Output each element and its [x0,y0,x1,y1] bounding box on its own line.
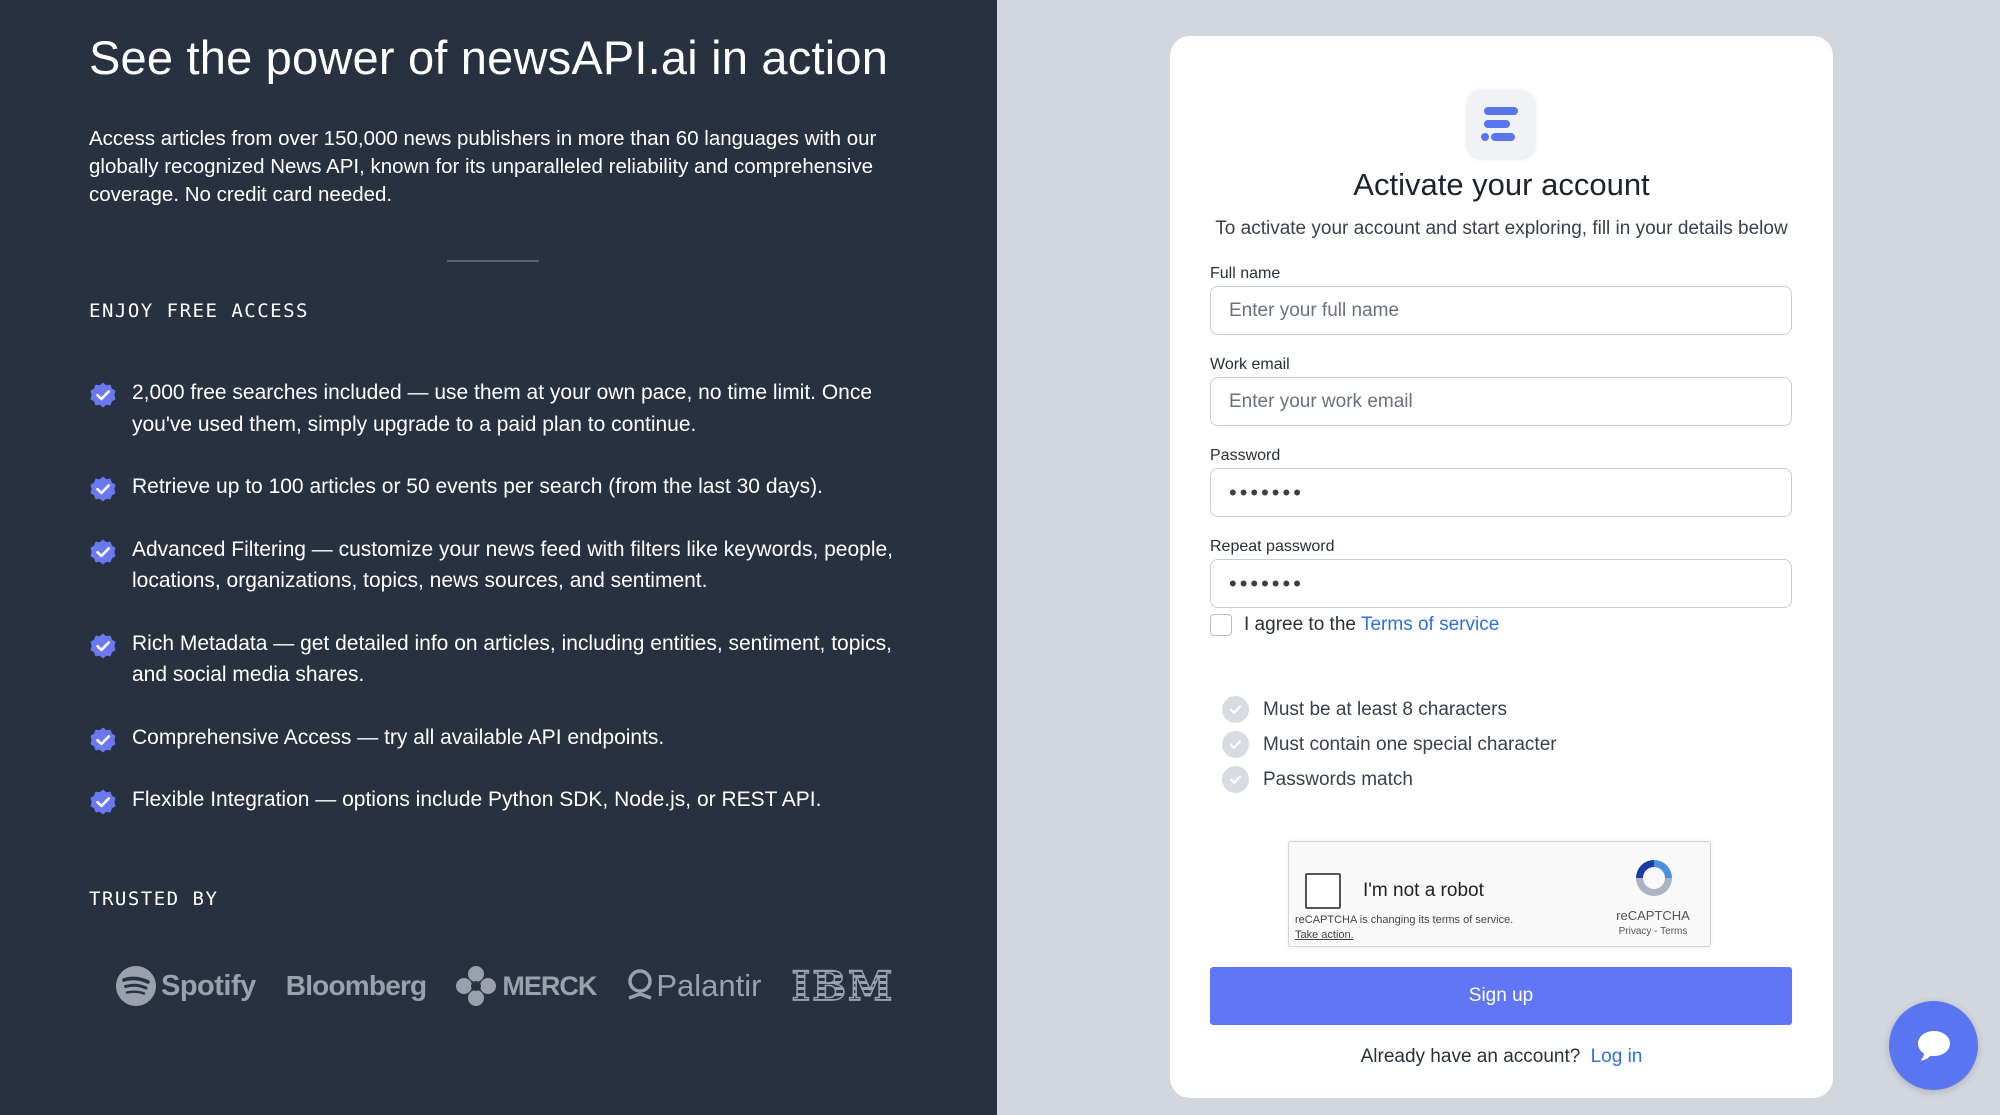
feature-item: Flexible Integration — options include P… [89,784,909,816]
trusted-logos: Spotify Bloomberg MERCK Palantir IBM [115,960,894,1012]
spotify-logo: Spotify [115,965,256,1007]
full-name-label: Full name [1210,265,1281,282]
recaptcha-action-link[interactable]: Take action. [1295,929,1354,941]
verified-badge-icon [90,539,116,564]
feature-text: Retrieve up to 100 articles or 50 events… [132,475,824,498]
form-subtitle: To activate your account and start explo… [1215,218,1788,239]
rule-item: Must be at least 8 characters [1222,692,1557,727]
recaptcha-icon [1636,860,1672,896]
page-title: See the power of newsAPI.ai in action [89,31,889,84]
login-prompt: Already have an account? [1360,1046,1581,1067]
login-link[interactable]: Log in [1591,1046,1643,1067]
feature-item: 2,000 free searches included — use them … [89,377,909,440]
rule-text: Passwords match [1263,768,1413,790]
recaptcha-brand: reCAPTCHA [1616,908,1690,923]
full-name-input[interactable] [1210,286,1792,335]
feature-item: Retrieve up to 100 articles or 50 events… [89,471,909,503]
check-circle-icon [1222,731,1249,758]
feature-text: Flexible Integration — options include P… [132,788,822,811]
palantir-icon [628,969,653,1000]
palantir-logo: Palantir [626,968,761,1004]
feature-text: Comprehensive Access — try all available… [132,725,665,749]
terms-checkbox[interactable] [1210,614,1232,636]
feature-item: Advanced Filtering — customize your news… [89,534,909,597]
recaptcha-widget: I'm not a robot reCAPTCHA is changing it… [1288,841,1711,947]
recaptcha-label: I'm not a robot [1363,880,1484,901]
free-access-heading: ENJOY FREE ACCESS [89,300,309,322]
password-rules: Must be at least 8 characters Must conta… [1222,692,1557,797]
chat-launcher-button[interactable] [1889,1001,1978,1090]
feature-list: 2,000 free searches included — use them … [89,377,909,816]
verified-badge-icon [90,476,116,502]
feature-text: Rich Metadata — get detailed info on art… [132,631,892,687]
spotify-icon [116,966,156,1006]
rule-text: Must be at least 8 characters [1263,698,1507,720]
work-email-input[interactable] [1210,377,1792,426]
password-input[interactable] [1210,468,1792,517]
recaptcha-checkbox[interactable] [1305,873,1341,909]
feature-text: 2,000 free searches included — use them … [132,381,873,436]
section-divider [447,260,539,262]
newsapi-logo-icon [1467,90,1535,158]
login-prompt-row: Already have an account? Log in [1170,1046,1833,1068]
sign-up-button[interactable]: Sign up [1210,967,1792,1025]
work-email-label: Work email [1210,356,1290,373]
feature-item: Rich Metadata — get detailed info on art… [89,628,909,691]
bloomberg-logo: Bloomberg [285,970,427,1001]
trusted-by-heading: TRUSTED BY [89,888,219,910]
rule-item: Passwords match [1222,762,1557,797]
verified-badge-icon [90,727,116,752]
rule-text: Must contain one special character [1263,733,1557,755]
rule-item: Must contain one special character [1222,727,1557,762]
terms-link[interactable]: Terms of service [1361,614,1499,636]
check-circle-icon [1222,696,1249,723]
feature-item: Comprehensive Access — try all available… [89,722,909,754]
check-circle-icon [1222,766,1249,793]
password-label: Password [1210,447,1281,464]
form-title: Activate your account [1353,167,1650,202]
verified-badge-icon [90,633,116,658]
feature-text: Advanced Filtering — customize your news… [132,537,894,593]
intro-text: Access articles from over 150,000 news p… [89,127,877,206]
terms-prefix: I agree to the [1244,614,1356,635]
repeat-password-input[interactable] [1210,559,1792,608]
recaptcha-notice: reCAPTCHA is changing its terms of servi… [1295,914,1514,926]
merck-logo: MERCK [456,965,597,1007]
recaptcha-links[interactable]: Privacy - Terms [1603,926,1703,937]
signup-card: Activate your account To activate your a… [1170,36,1833,1098]
merck-icon [456,966,497,1006]
terms-row: I agree to the Terms of service [1210,614,1499,636]
repeat-password-label: Repeat password [1210,538,1335,555]
chat-bubble-icon [1917,1030,1950,1060]
verified-badge-icon [90,789,116,815]
verified-badge-icon [90,382,116,408]
ibm-logo: IBM [791,962,895,1011]
marketing-panel: See the power of newsAPI.ai in action Ac… [0,0,997,1115]
